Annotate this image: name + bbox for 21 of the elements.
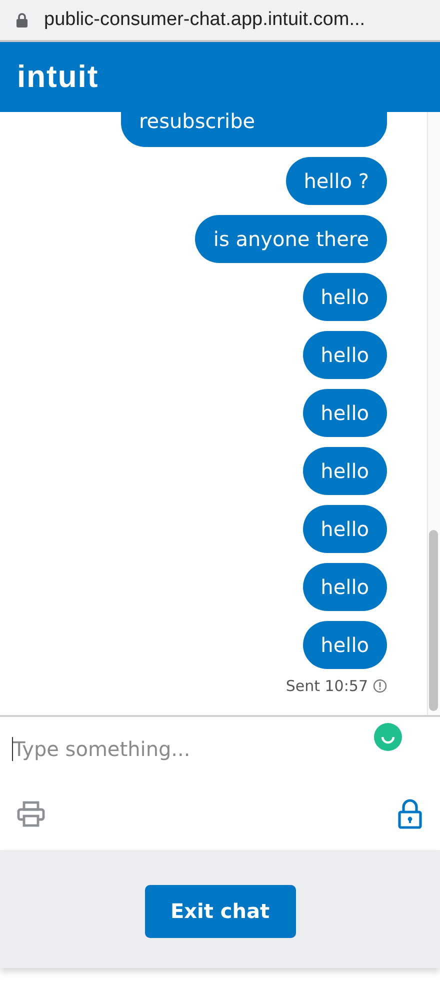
lock-icon (16, 12, 28, 28)
scrollbar[interactable] (427, 112, 440, 715)
message-bubble: hello (302, 447, 387, 495)
sent-status: Sent 10:57 (286, 677, 368, 695)
exit-chat-button[interactable]: Exit chat (144, 884, 296, 938)
url-text: public-consumer-chat.app.intuit.com... (44, 9, 366, 31)
message-bubble: hello (302, 563, 387, 611)
message-bubble: resubscribe (121, 112, 387, 147)
message-bubble: hello (302, 505, 387, 553)
message-bubble: is anyone there (195, 215, 387, 263)
message-bubble: hello (302, 389, 387, 437)
logo: intuit (17, 59, 99, 95)
printer-icon[interactable] (17, 801, 45, 827)
smile-icon[interactable] (374, 723, 402, 751)
lock-icon[interactable] (398, 799, 422, 829)
message-bubble: hello ? (286, 157, 387, 205)
message-bubble: hello (302, 331, 387, 379)
address-bar[interactable]: public-consumer-chat.app.intuit.com... (0, 0, 440, 42)
message-bubble: hello (302, 273, 387, 321)
info-icon (373, 679, 387, 693)
message-bubble: hello (302, 621, 387, 669)
